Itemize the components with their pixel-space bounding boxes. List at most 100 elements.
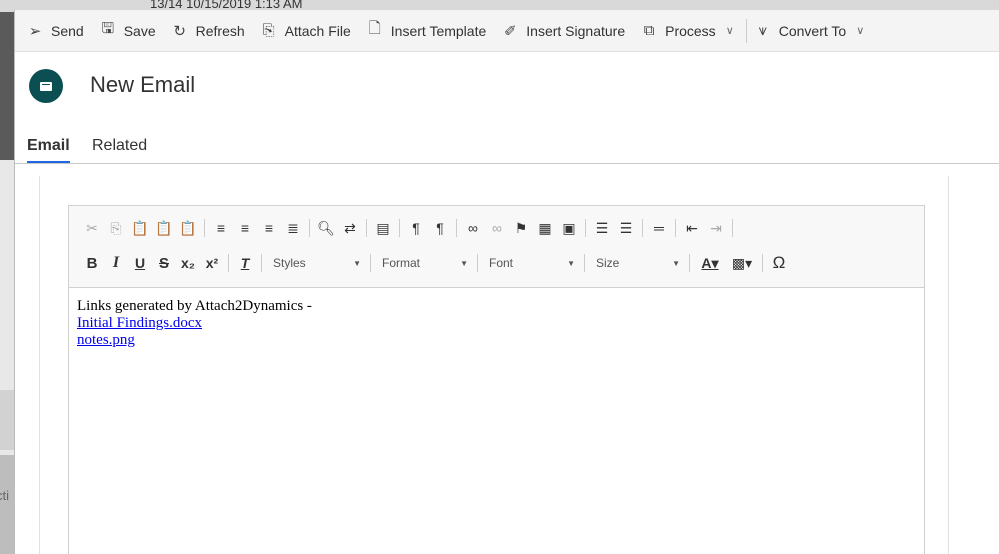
convert-to-label: Convert To	[778, 22, 847, 39]
send-button[interactable]: ➢ Send	[21, 15, 94, 47]
toolbar-separator	[585, 219, 586, 237]
background-left-panel	[0, 455, 14, 554]
command-separator	[745, 18, 747, 43]
bulleted-list-icon[interactable]: ☰	[615, 217, 637, 239]
horizontal-line-icon[interactable]: ═	[648, 217, 670, 239]
editor-toolbar-row: ✂ ⎘ 📋 📋 📋 ≡ ≡ ≡ ≣ 🔍︎ ⇄ ▤ ¶ ¶ ∞ ∞ ⚑ ▦ ▣ ☰…	[81, 215, 738, 241]
tab-related[interactable]: Related	[92, 137, 147, 155]
insert-signature-button[interactable]: ✐ Insert Signature	[496, 15, 635, 47]
toolbar-separator	[675, 219, 676, 237]
insert-template-button[interactable]: 🗋 Insert Template	[361, 15, 496, 47]
replace-icon[interactable]: ⇄	[339, 217, 361, 239]
dropdown-arrow-icon: ▼	[567, 258, 575, 268]
increase-indent-icon[interactable]: ⇥	[705, 217, 727, 239]
copy-icon[interactable]: ⎘	[105, 217, 127, 239]
remove-format-icon[interactable]: T	[234, 252, 256, 274]
format-dropdown[interactable]: Format ▼	[376, 252, 474, 274]
link-icon[interactable]: ∞	[462, 217, 484, 239]
cut-icon[interactable]: ✂	[81, 217, 103, 239]
email-dialog: ➢ Send 🖫 Save ↻ Refresh ⎘ Attach File 🗋 …	[14, 10, 999, 554]
form-header: New Email	[15, 52, 999, 124]
paste-text-icon[interactable]: 📋	[153, 217, 175, 239]
toolbar-separator	[642, 219, 643, 237]
toolbar-separator	[689, 254, 690, 272]
attachment-link[interactable]: Initial Findings.docx	[77, 315, 312, 332]
command-bar: ➢ Send 🖫 Save ↻ Refresh ⎘ Attach File 🗋 …	[15, 10, 999, 52]
paste-icon[interactable]: 📋	[129, 217, 151, 239]
paste-word-icon[interactable]: 📋	[177, 217, 199, 239]
background-color-icon[interactable]: ▩▾	[727, 252, 757, 274]
send-icon: ➢	[28, 22, 42, 40]
envelope-icon	[40, 81, 52, 91]
flag-icon[interactable]: ⚑	[510, 217, 532, 239]
attachment-link[interactable]: notes.png	[77, 332, 312, 349]
attach-file-button[interactable]: ⎘ Attach File	[255, 15, 361, 47]
refresh-button[interactable]: ↻ Refresh	[166, 15, 255, 47]
styles-dropdown[interactable]: Styles ▼	[267, 252, 367, 274]
editor-toolbar: ✂ ⎘ 📋 📋 📋 ≡ ≡ ≡ ≣ 🔍︎ ⇄ ▤ ¶ ¶ ∞ ∞ ⚑ ▦ ▣ ☰…	[69, 206, 924, 288]
paperclip-icon: ⎘	[262, 22, 275, 39]
save-label: Save	[123, 22, 156, 39]
styles-dropdown-label: Styles	[273, 256, 306, 270]
toolbar-separator	[584, 254, 585, 272]
find-icon[interactable]: 🔍︎	[315, 217, 337, 239]
toolbar-separator	[762, 254, 763, 272]
toolbar-separator	[477, 254, 478, 272]
body-text: Links generated by Attach2Dynamics -	[77, 298, 312, 314]
toolbar-separator	[309, 219, 310, 237]
toolbar-separator	[204, 219, 205, 237]
form-content: ✂ ⎘ 📋 📋 📋 ≡ ≡ ≡ ≣ 🔍︎ ⇄ ▤ ¶ ¶ ∞ ∞ ⚑ ▦ ▣ ☰…	[15, 164, 999, 554]
process-label: Process	[665, 22, 716, 39]
tab-bar: Email Related	[15, 124, 999, 164]
refresh-icon: ↻	[173, 22, 186, 40]
underline-icon[interactable]: U	[129, 252, 151, 274]
save-icon: 🖫	[101, 20, 115, 37]
toolbar-separator	[399, 219, 400, 237]
special-character-icon[interactable]: Ω	[768, 252, 790, 274]
size-dropdown[interactable]: Size ▼	[590, 252, 686, 274]
dropdown-arrow-icon: ▼	[353, 258, 361, 268]
process-icon: ⧉	[643, 22, 655, 39]
email-entity-icon	[29, 69, 63, 103]
bold-icon[interactable]: B	[81, 252, 103, 274]
unlink-icon[interactable]: ∞	[486, 217, 508, 239]
superscript-icon[interactable]: x²	[201, 252, 223, 274]
insert-signature-label: Insert Signature	[526, 22, 626, 39]
ltr-icon[interactable]: ¶	[405, 217, 427, 239]
chevron-down-icon: ∨	[856, 25, 865, 37]
send-label: Send	[51, 22, 84, 39]
justify-icon[interactable]: ≣	[282, 217, 304, 239]
tab-email[interactable]: Email	[27, 137, 70, 163]
font-dropdown[interactable]: Font ▼	[483, 252, 581, 274]
numbered-list-icon[interactable]: ☰	[591, 217, 613, 239]
align-left-icon[interactable]: ≡	[210, 217, 232, 239]
process-button[interactable]: ⧉ Process ∨	[635, 15, 744, 47]
convert-to-button[interactable]: ⩛ Convert To ∨	[749, 15, 875, 47]
table-icon[interactable]: ▦	[534, 217, 556, 239]
chevron-down-icon: ∨	[725, 25, 734, 37]
image-icon[interactable]: ▣	[558, 217, 580, 239]
size-dropdown-label: Size	[596, 256, 620, 270]
page-title: New Email	[90, 72, 196, 97]
insert-template-label: Insert Template	[390, 22, 487, 39]
toolbar-separator	[261, 254, 262, 272]
form-section: ✂ ⎘ 📋 📋 📋 ≡ ≡ ≡ ≣ 🔍︎ ⇄ ▤ ¶ ¶ ∞ ∞ ⚑ ▦ ▣ ☰…	[39, 176, 949, 554]
document-icon: 🗋	[368, 20, 381, 37]
background-left-panel	[0, 390, 14, 450]
align-right-icon[interactable]: ≡	[258, 217, 280, 239]
strikethrough-icon[interactable]: S	[153, 252, 175, 274]
editor-body[interactable]: Links generated by Attach2Dynamics - Ini…	[77, 298, 312, 349]
rtl-icon[interactable]: ¶	[429, 217, 451, 239]
toolbar-separator	[366, 219, 367, 237]
format-dropdown-label: Format	[382, 256, 421, 270]
subscript-icon[interactable]: x₂	[177, 252, 199, 274]
toolbar-separator	[456, 219, 457, 237]
rich-text-editor: ✂ ⎘ 📋 📋 📋 ≡ ≡ ≡ ≣ 🔍︎ ⇄ ▤ ¶ ¶ ∞ ∞ ⚑ ▦ ▣ ☰…	[68, 205, 925, 554]
decrease-indent-icon[interactable]: ⇤	[681, 217, 703, 239]
save-button[interactable]: 🖫 Save	[94, 15, 166, 47]
italic-icon[interactable]: I	[105, 252, 127, 274]
text-color-icon[interactable]: A▾	[695, 252, 725, 274]
align-center-icon[interactable]: ≡	[234, 217, 256, 239]
select-all-icon[interactable]: ▤	[372, 217, 394, 239]
background-left-text: cti	[0, 488, 9, 503]
